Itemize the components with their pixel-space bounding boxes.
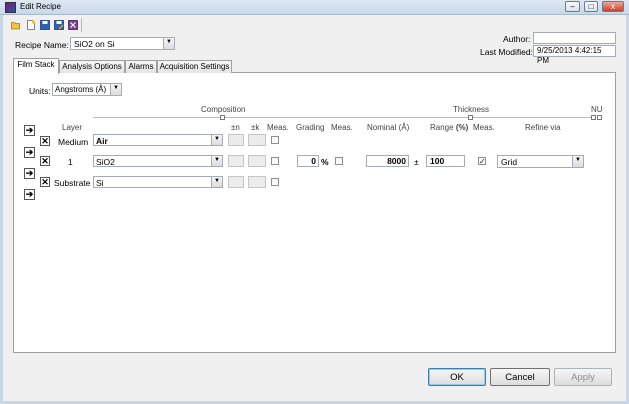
insert-layer-button[interactable]: ➔ <box>24 125 35 136</box>
tab-film-stack[interactable]: Film Stack <box>13 58 59 74</box>
app-icon <box>5 2 16 13</box>
range-column-header: Range (%) <box>430 123 468 132</box>
insert-layer-button[interactable]: ➔ <box>24 168 35 179</box>
layer-column-header: Layer <box>62 123 83 132</box>
units-value: Angstroms (Å) <box>55 85 107 94</box>
nu-section-label: NU <box>591 105 603 114</box>
chevron-down-icon[interactable]: ▼ <box>211 177 222 187</box>
pm-k-column-header: ±k <box>251 123 260 132</box>
nu-splitter-left[interactable] <box>591 115 596 120</box>
save-icon[interactable] <box>40 20 50 30</box>
minimize-button[interactable]: – <box>565 1 580 12</box>
delete-recipe-icon[interactable] <box>68 20 78 30</box>
nu-splitter-right[interactable] <box>597 115 602 120</box>
composition-meas-checkbox[interactable] <box>271 178 279 186</box>
material-combo[interactable]: SiO2 ▼ <box>93 155 223 167</box>
plus-minus-label: ± <box>414 157 419 167</box>
pm-k-field <box>248 176 266 188</box>
ok-button[interactable]: OK <box>428 368 486 386</box>
thickness-section-label: Thickness <box>453 105 490 114</box>
film-stack-panel <box>13 72 616 353</box>
pm-n-column-header: ±n <box>231 123 240 132</box>
material-value: SiO2 <box>96 157 115 167</box>
refine-via-column-header: Refine via <box>525 123 561 132</box>
window-title: Edit Recipe <box>20 2 61 11</box>
grading-meas-checkbox[interactable] <box>335 157 343 165</box>
units-label: Units: <box>29 86 51 96</box>
thickness-splitter[interactable] <box>468 115 473 120</box>
apply-button[interactable]: Apply <box>554 368 612 386</box>
grading-field[interactable]: 0 <box>297 155 319 167</box>
recipe-name-label: Recipe Name: <box>15 40 69 50</box>
recipe-name-combo[interactable]: SiO2 on Si ▼ <box>70 37 175 50</box>
composition-meas-header: Meas. <box>267 123 289 132</box>
grading-unit: % <box>321 157 329 167</box>
composition-splitter[interactable] <box>220 115 225 120</box>
pm-n-field <box>228 155 244 167</box>
tab-acquisition-settings[interactable]: Acquisition Settings <box>157 60 232 73</box>
material-value: Air <box>96 136 108 146</box>
composition-meas-checkbox[interactable] <box>271 136 279 144</box>
insert-layer-button[interactable]: ➔ <box>24 189 35 200</box>
author-label: Author: <box>503 34 531 44</box>
title-bar[interactable] <box>0 0 629 15</box>
composition-section-label: Composition <box>201 105 246 114</box>
recipe-name-value: SiO2 on Si <box>74 39 115 49</box>
author-field[interactable] <box>533 32 616 44</box>
maximize-button[interactable]: □ <box>584 1 598 12</box>
insert-layer-button[interactable]: ➔ <box>24 147 35 158</box>
material-combo[interactable]: Si ▼ <box>93 176 223 188</box>
grading-meas-header: Meas. <box>331 123 353 132</box>
pm-n-field <box>228 176 244 188</box>
range-field[interactable]: 100 <box>426 155 465 167</box>
pm-n-field <box>228 134 244 146</box>
chevron-down-icon[interactable]: ▼ <box>211 135 222 145</box>
tab-alarms[interactable]: Alarms <box>125 60 157 73</box>
grading-column-header: Grading <box>296 123 325 132</box>
range-header-text: Range <box>430 123 454 132</box>
chevron-down-icon[interactable]: ▼ <box>572 156 583 167</box>
chevron-down-icon[interactable]: ▼ <box>110 84 121 95</box>
nominal-column-header: Nominal (Å) <box>367 123 410 132</box>
range-unit-text: (%) <box>455 123 469 132</box>
chevron-down-icon[interactable]: ▼ <box>211 156 222 166</box>
material-combo[interactable]: Air ▼ <box>93 134 223 146</box>
delete-layer-button[interactable]: ✕ <box>40 156 50 166</box>
last-modified-label: Last Modified: <box>480 47 533 57</box>
open-folder-icon[interactable] <box>11 20 21 30</box>
thickness-meas-header: Meas. <box>473 123 495 132</box>
pm-k-field <box>248 155 266 167</box>
nominal-thickness-field[interactable]: 8000 <box>366 155 409 167</box>
delete-layer-button[interactable]: ✕ <box>40 177 50 187</box>
cancel-button[interactable]: Cancel <box>490 368 550 386</box>
last-modified-value: 9/25/2013 4:42:15 PM <box>533 45 616 65</box>
pm-k-field <box>248 134 266 146</box>
layer-label: Substrate <box>54 178 91 188</box>
layer-label: Medium <box>58 137 89 147</box>
layer-label: 1 <box>68 157 73 167</box>
units-combo[interactable]: Angstroms (Å) ▼ <box>52 83 122 96</box>
section-divider <box>93 117 596 118</box>
delete-layer-button[interactable]: ✕ <box>40 136 50 146</box>
thickness-meas-checkbox[interactable]: ✓ <box>478 157 486 166</box>
refine-via-value: Grid <box>501 157 518 167</box>
window-close-button[interactable]: x <box>602 1 624 12</box>
save-as-icon[interactable] <box>54 20 64 30</box>
chevron-down-icon[interactable]: ▼ <box>163 38 174 49</box>
refine-via-combo[interactable]: Grid ▼ <box>497 155 584 168</box>
toolbar-separator <box>81 18 82 32</box>
composition-meas-checkbox[interactable] <box>271 157 279 165</box>
material-value: Si <box>96 178 104 188</box>
tab-analysis-options[interactable]: Analysis Options <box>59 60 125 73</box>
new-file-icon[interactable] <box>26 20 36 30</box>
